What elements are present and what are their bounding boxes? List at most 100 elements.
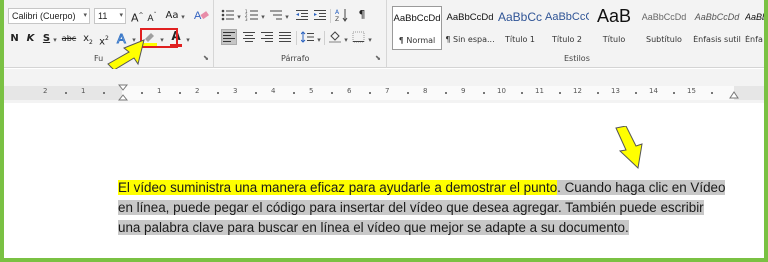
right-indent-marker-icon[interactable]: [729, 91, 739, 99]
style-name: Énfasis sutil: [693, 35, 741, 44]
increase-indent-button[interactable]: [313, 9, 327, 26]
subscript-button[interactable]: x2: [82, 32, 94, 50]
word-window: Calibri (Cuerpo) ▾ 11 ▾ A^ Aˇ Aa ▾ A N K…: [4, 0, 764, 258]
separator: [324, 31, 325, 45]
ruler-tick: [673, 92, 675, 94]
ruler-text-area: [122, 86, 734, 100]
indent-marker-icon[interactable]: [118, 84, 128, 102]
chevron-down-icon[interactable]: ▾: [119, 11, 123, 19]
ruler-tick: [217, 92, 219, 94]
chevron-down-icon[interactable]: ▾: [180, 10, 186, 24]
paint-bucket-icon: [329, 31, 341, 43]
line-spacing-button[interactable]: [300, 31, 315, 48]
dialog-launcher-icon[interactable]: ⬊: [203, 54, 209, 62]
ruler-number: 6: [347, 87, 352, 95]
shrink-font-button[interactable]: Aˇ: [146, 9, 158, 26]
paragraph-line-3: una palabra clave para buscar en línea e…: [118, 218, 738, 238]
chevron-down-icon[interactable]: ▾: [260, 10, 266, 24]
ruler-tick: [483, 92, 485, 94]
ruler-number: 12: [573, 87, 582, 95]
font-name-value: Calibri (Cuerpo): [12, 11, 76, 21]
selected-text[interactable]: una palabra clave para buscar en línea e…: [118, 220, 629, 235]
italic-button[interactable]: K: [25, 32, 36, 46]
selected-text[interactable]: en línea, puede pegar el código para ins…: [118, 200, 704, 215]
strikethrough-button[interactable]: abc: [60, 32, 78, 46]
style-heading-2[interactable]: AaBbCcC Título 2: [545, 6, 589, 50]
style-emphasis[interactable]: AaBbCcDd Énfa: [745, 6, 764, 50]
style-subtitle[interactable]: AaBbCcDd Subtítulo: [639, 6, 689, 50]
ruler-tick: [141, 92, 143, 94]
paragraph-line-1: El vídeo suministra una manera eficaz pa…: [118, 178, 738, 198]
pointer-arrow-icon: [107, 39, 145, 71]
styles-gallery: AaBbCcDd ¶ Normal AaBbCcDd ¶ Sin espa...…: [388, 0, 764, 68]
style-heading-1[interactable]: AaBbCc Título 1: [498, 6, 542, 50]
styles-group-label: Estilos: [564, 54, 590, 63]
ruler-number: 11: [535, 87, 544, 95]
underline-button[interactable]: S: [41, 32, 52, 46]
ruler-number: 2: [195, 87, 200, 95]
style-normal[interactable]: AaBbCcDd ¶ Normal: [392, 6, 442, 50]
style-title[interactable]: AaB Título: [592, 6, 636, 50]
chevron-down-icon[interactable]: ▾: [367, 33, 373, 47]
align-left-button[interactable]: [221, 29, 237, 45]
highlighted-text[interactable]: El vídeo suministra una manera eficaz pa…: [118, 180, 558, 195]
selected-text[interactable]: . Cuando haga clic en Vídeo: [557, 180, 726, 195]
ruler-tick: [559, 92, 561, 94]
font-name-combo[interactable]: Calibri (Cuerpo) ▾: [8, 8, 90, 24]
svg-text:Z: Z: [335, 16, 339, 22]
document-page[interactable]: El vídeo suministra una manera eficaz pa…: [4, 104, 764, 258]
ribbon: Calibri (Cuerpo) ▾ 11 ▾ A^ Aˇ Aa ▾ A N K…: [4, 0, 764, 71]
chevron-down-icon[interactable]: ▾: [185, 33, 191, 47]
style-name: ¶ Normal: [398, 36, 436, 45]
style-sample: AaBbCcC: [545, 11, 589, 23]
style-sample: AaBbCcDd: [641, 12, 687, 22]
sort-button[interactable]: AZ: [335, 8, 349, 27]
clear-formatting-button[interactable]: A: [193, 7, 209, 28]
decrease-indent-icon: [296, 10, 308, 20]
style-subtle-emphasis[interactable]: AaBbCcDd Énfasis sutil: [692, 6, 742, 50]
bullets-button[interactable]: [221, 9, 235, 26]
bold-button[interactable]: N: [9, 32, 20, 46]
shading-button[interactable]: [328, 30, 342, 49]
align-right-button[interactable]: [260, 31, 274, 48]
chevron-down-icon[interactable]: ▾: [236, 10, 242, 24]
svg-text:A: A: [335, 9, 340, 16]
style-sample: AaBbCcDd: [745, 12, 764, 22]
font-group-label: Fu: [94, 54, 104, 63]
show-marks-button[interactable]: ¶: [356, 8, 368, 22]
borders-button[interactable]: [352, 31, 366, 48]
grow-font-button[interactable]: A^: [131, 9, 144, 26]
change-case-button[interactable]: Aa: [164, 9, 180, 23]
down-arrow-icon: [615, 126, 643, 170]
style-sample: AaBbCcDd: [393, 13, 441, 24]
ruler-number: 9: [461, 87, 466, 95]
increase-indent-icon: [314, 10, 326, 20]
chevron-down-icon[interactable]: ▾: [52, 33, 58, 47]
numbering-icon: 123: [245, 9, 258, 22]
ruler-tick: [369, 92, 371, 94]
ruler-number: 10: [497, 87, 506, 95]
numbering-button[interactable]: 123: [245, 9, 259, 26]
paragraph-line-2: en línea, puede pegar el código para ins…: [118, 198, 738, 218]
justify-button[interactable]: [278, 31, 292, 48]
dialog-launcher-icon[interactable]: ⬊: [375, 54, 381, 62]
multilevel-list-button[interactable]: [269, 9, 283, 26]
chevron-down-icon[interactable]: ▾: [284, 10, 290, 24]
chevron-down-icon[interactable]: ▾: [316, 33, 322, 47]
ruler-number: 5: [309, 87, 314, 95]
style-name: Énfa: [745, 35, 763, 44]
align-center-button[interactable]: [242, 31, 256, 48]
chevron-down-icon[interactable]: ▾: [83, 11, 87, 19]
font-size-combo[interactable]: 11 ▾: [94, 8, 126, 24]
style-name: Título: [602, 35, 626, 44]
chevron-down-icon[interactable]: ▾: [343, 33, 349, 47]
document-body[interactable]: El vídeo suministra una manera eficaz pa…: [118, 178, 738, 238]
ruler-number: 1: [157, 87, 162, 95]
decrease-indent-button[interactable]: [295, 9, 309, 26]
ruler-tick: [179, 92, 181, 94]
ruler-number: 2: [43, 87, 48, 95]
horizontal-ruler[interactable]: 2 1 1 2 3 4 5 6 7 8 9 10 11 12 13 14 15: [4, 84, 764, 102]
style-name: Título 2: [551, 35, 583, 44]
ruler-tick: [597, 92, 599, 94]
style-no-spacing[interactable]: AaBbCcDd ¶ Sin espa...: [445, 6, 495, 50]
